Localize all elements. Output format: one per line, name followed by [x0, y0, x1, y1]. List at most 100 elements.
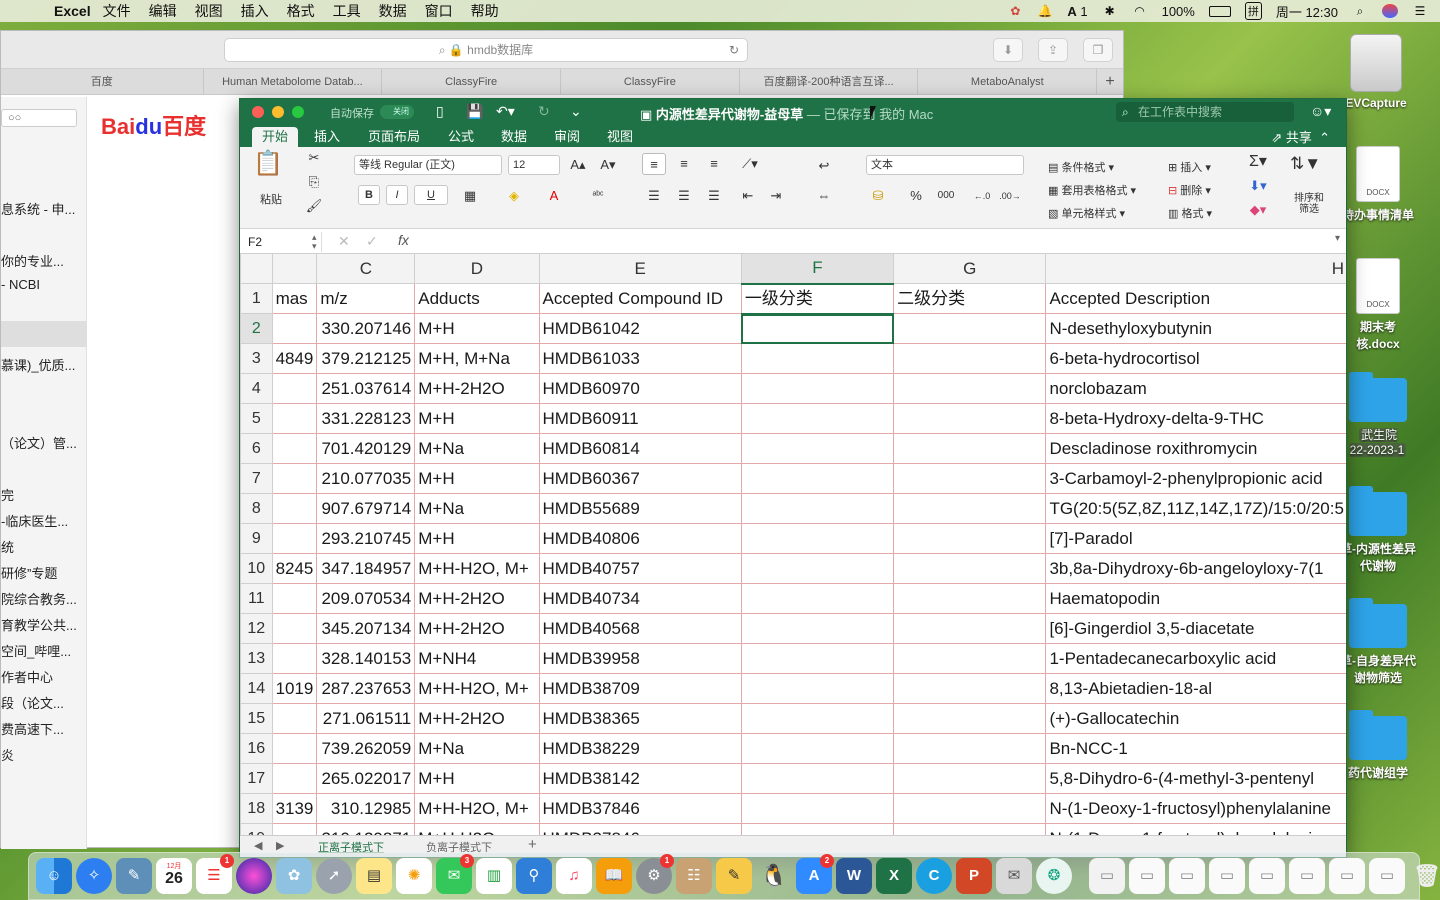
sidebar-item[interactable]: 费高速下...: [1, 719, 87, 738]
menu-window[interactable]: 窗口: [425, 1, 453, 21]
tab-formulas[interactable]: 公式: [438, 127, 484, 147]
cell[interactable]: 3139: [271, 793, 318, 824]
cell[interactable]: [271, 823, 318, 835]
currency-icon[interactable]: ⛁: [866, 185, 890, 207]
row-header[interactable]: 12: [240, 613, 273, 644]
calendar-icon[interactable]: 26 12月: [156, 858, 192, 894]
sheet-table[interactable]: C D E F G H 1 mas m/z Adducts Accepted Compound ID…: [240, 253, 1346, 835]
cell[interactable]: [893, 763, 1047, 794]
cell[interactable]: 379.212125: [316, 343, 416, 374]
cell[interactable]: 701.420129: [316, 433, 416, 464]
cell[interactable]: 二级分类: [893, 283, 1047, 314]
browser-tab[interactable]: 百度翻译-200种语言互译...: [740, 69, 919, 94]
insert-cells-button[interactable]: ⊞ 插入 ▾: [1168, 159, 1211, 175]
cell[interactable]: [740, 463, 895, 494]
cell[interactable]: HMDB40568: [538, 613, 742, 644]
cell[interactable]: 4849: [271, 343, 318, 374]
cell[interactable]: Adducts: [414, 283, 540, 314]
desktop-icon-metabolomics[interactable]: 药代谢组学: [1340, 710, 1416, 781]
cell[interactable]: 328.140153: [316, 643, 416, 674]
decrease-font-icon[interactable]: A▾: [596, 154, 620, 176]
cell[interactable]: [740, 373, 895, 404]
tab-review[interactable]: 审阅: [544, 127, 590, 147]
photo-booth-icon[interactable]: ✿: [276, 858, 312, 894]
cell[interactable]: [271, 643, 318, 674]
reading-list-search[interactable]: ○○: [1, 109, 77, 127]
cell[interactable]: M+H-2H2O: [414, 703, 540, 734]
row-header[interactable]: 8: [240, 493, 273, 524]
name-box[interactable]: F2: [244, 232, 322, 252]
cell[interactable]: [7]-Paradol: [1045, 523, 1346, 554]
tab-overview-button[interactable]: ❐: [1083, 38, 1113, 62]
formula-input[interactable]: [420, 229, 1320, 255]
sidebar-item[interactable]: 研修”专题: [1, 563, 87, 582]
format-painter-icon[interactable]: 🖌: [302, 195, 326, 217]
row-header[interactable]: 18: [240, 793, 273, 824]
paste-label[interactable]: 粘贴: [260, 191, 282, 207]
app-store-icon[interactable]: A2: [796, 854, 834, 894]
cell[interactable]: [740, 733, 895, 764]
cell[interactable]: [893, 343, 1047, 374]
cell[interactable]: 251.037614: [316, 373, 416, 404]
battery-percent[interactable]: 100%: [1162, 4, 1195, 19]
cell[interactable]: [271, 403, 318, 434]
browser-tab[interactable]: MetaboAnalyst: [918, 69, 1098, 94]
cell[interactable]: M+H: [414, 523, 540, 554]
desktop-icon-todo[interactable]: DOCX 待办事情清单: [1340, 146, 1416, 223]
cell[interactable]: HMDB38365: [538, 703, 742, 734]
cell[interactable]: HMDB40806: [538, 523, 742, 554]
row-header[interactable]: 2: [240, 313, 273, 344]
address-bar[interactable]: ⌕ 🔒 hmdb数据库 ↻: [224, 38, 748, 62]
cell[interactable]: [271, 493, 318, 524]
spreadsheet-grid[interactable]: C D E F G H 1 mas m/z Adducts Accepted Compound ID…: [240, 253, 1346, 835]
font-size-select[interactable]: 12: [508, 155, 560, 175]
cell[interactable]: [271, 583, 318, 614]
close-window-button[interactable]: [252, 106, 264, 118]
cell[interactable]: M+H-H2O, M+: [414, 673, 540, 704]
numbers-icon[interactable]: ▥: [476, 858, 512, 894]
cell[interactable]: 1019: [271, 673, 318, 704]
cell[interactable]: 347.184957: [316, 553, 416, 584]
cell[interactable]: 330.207146: [316, 313, 416, 344]
cell[interactable]: [893, 823, 1047, 835]
cell[interactable]: [893, 613, 1047, 644]
decrease-indent-icon[interactable]: ⇤: [736, 185, 760, 207]
row-header[interactable]: 16: [240, 733, 273, 764]
cell[interactable]: 209.070534: [316, 583, 416, 614]
clear-icon[interactable]: ◆▾: [1246, 199, 1270, 221]
cell[interactable]: [740, 313, 895, 344]
tab-insert[interactable]: 插入: [304, 127, 350, 147]
row-header[interactable]: 14: [240, 673, 273, 704]
photos-icon[interactable]: ✺: [396, 858, 432, 894]
column-header[interactable]: G: [893, 253, 1047, 284]
number-format-select[interactable]: 文本: [866, 155, 1024, 175]
cell[interactable]: Bn-NCC-1: [1045, 733, 1346, 764]
sidebar-item[interactable]: 作者中心: [1, 667, 87, 686]
cell[interactable]: [893, 523, 1047, 554]
cell[interactable]: [740, 643, 895, 674]
cell[interactable]: 907.679714: [316, 493, 416, 524]
align-top-icon[interactable]: ≡: [642, 153, 666, 175]
cell[interactable]: 5,8-Dihydro-6-(4-methyl-3-pentenyl: [1045, 763, 1346, 794]
preview-icon[interactable]: ✎: [116, 858, 152, 894]
share-button[interactable]: ⇪: [1038, 38, 1068, 62]
cell[interactable]: [740, 433, 895, 464]
cell[interactable]: HMDB38142: [538, 763, 742, 794]
qq-icon[interactable]: 🐧: [756, 858, 792, 894]
messages-icon[interactable]: ✉ 3: [436, 854, 474, 894]
cell[interactable]: M+H, M+Na: [414, 343, 540, 374]
cell[interactable]: HMDB60814: [538, 433, 742, 464]
cell[interactable]: m/z: [316, 283, 416, 314]
column-header[interactable]: H: [1045, 253, 1346, 284]
row-header[interactable]: 7: [240, 463, 273, 494]
notification-bell-icon[interactable]: 🔔: [1037, 4, 1053, 18]
add-sheet-button[interactable]: +: [528, 836, 537, 853]
browser-tab[interactable]: ClassyFire: [561, 69, 740, 94]
cell[interactable]: M+H-H2O, M+: [414, 793, 540, 824]
cell[interactable]: N-(1-Deoxy-1-fructosyl)phenylalanine: [1045, 823, 1346, 835]
cell[interactable]: HMDB38709: [538, 673, 742, 704]
tab-data[interactable]: 数据: [491, 127, 537, 147]
recent-doc-icon[interactable]: ▭: [1369, 858, 1405, 894]
cell[interactable]: HMDB60911: [538, 403, 742, 434]
cell[interactable]: [271, 313, 318, 344]
